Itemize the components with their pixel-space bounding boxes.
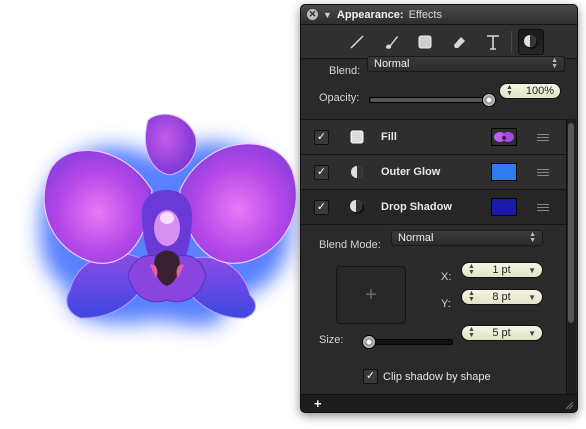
blend-mode-select[interactable]: Normal ▲ ▼ (391, 230, 543, 246)
size-label: Size: (319, 334, 344, 346)
blend-label: Blend: (329, 65, 361, 77)
effect-row-outer-glow[interactable]: ✓ Outer Glow (301, 155, 566, 190)
x-label: X: (441, 271, 452, 283)
size-slider[interactable] (362, 335, 453, 349)
y-offset-value: 8 pt (492, 291, 511, 303)
fill-color-swatch[interactable] (491, 128, 517, 146)
panel-footer: + (301, 394, 577, 412)
shadow-effects-icon[interactable] (517, 28, 544, 55)
dropdown-arrow-icon[interactable]: ▼ (528, 329, 536, 338)
size-value: 5 pt (492, 327, 511, 339)
outer-glow-checkbox[interactable]: ✓ (314, 164, 329, 180)
panel-titlebar[interactable]: ✕ ▼ Appearance: Effects (301, 5, 577, 25)
effect-name: Outer Glow (381, 166, 441, 178)
appearance-panel: ✕ ▼ Appearance: Effects Blend: Normal ▲ ▼ (300, 4, 578, 413)
opacity-slider-knob[interactable] (482, 93, 496, 107)
line-icon[interactable] (345, 30, 369, 54)
blend-select[interactable]: Normal ▲ ▼ (367, 56, 565, 72)
scrollbar-thumb[interactable] (568, 123, 574, 323)
opacity-label: Opacity: (319, 92, 360, 104)
resize-grip-icon[interactable] (564, 400, 574, 410)
blend-mode-label: Blend Mode: (319, 239, 381, 251)
clip-shadow-checkbox[interactable]: ✓ (363, 369, 378, 384)
opacity-slider[interactable] (369, 93, 496, 107)
text-icon[interactable] (481, 30, 505, 54)
disclosure-triangle-icon[interactable]: ▼ (323, 10, 332, 20)
close-icon[interactable]: ✕ (307, 9, 318, 20)
select-arrows-icon: ▲ ▼ (529, 231, 536, 244)
dropdown-arrow-icon[interactable]: ▼ (528, 266, 536, 275)
drop-shadow-icon (349, 199, 365, 215)
fill-square-icon[interactable] (413, 30, 437, 54)
opacity-value: 100% (525, 85, 554, 97)
drop-shadow-color-swatch[interactable] (491, 198, 517, 216)
x-offset-value: 1 pt (492, 264, 511, 276)
y-label: Y: (441, 298, 451, 310)
eraser-icon[interactable] (447, 30, 471, 54)
drag-handle-icon[interactable] (537, 203, 549, 211)
drag-handle-icon[interactable] (537, 168, 549, 176)
y-offset-stepper[interactable]: ▲ ▼ 8 pt ▼ (461, 289, 543, 305)
document-canvas[interactable] (0, 0, 300, 429)
toolbar-separator (510, 30, 512, 53)
add-effect-button[interactable]: + (314, 396, 322, 411)
stepper-arrows-icon[interactable]: ▲ ▼ (506, 84, 513, 97)
size-stepper[interactable]: ▲ ▼ 5 pt ▼ (461, 325, 543, 341)
fill-square-icon (349, 129, 365, 145)
effect-name: Fill (381, 131, 397, 143)
blend-value: Normal (374, 58, 410, 70)
outer-glow-color-swatch[interactable] (491, 163, 517, 181)
stepper-arrows-icon[interactable]: ▲ ▼ (468, 263, 475, 276)
drop-shadow-checkbox[interactable]: ✓ (314, 199, 329, 215)
effects-toolbar (301, 25, 577, 59)
size-slider-knob[interactable] (362, 335, 377, 349)
effect-row-fill[interactable]: ✓ Fill (301, 119, 566, 155)
x-offset-stepper[interactable]: ▲ ▼ 1 pt ▼ (461, 262, 543, 278)
fill-checkbox[interactable]: ✓ (314, 129, 329, 145)
brush-icon[interactable] (379, 30, 403, 54)
effects-scrollbar[interactable] (566, 119, 576, 395)
orchid-illustration[interactable] (0, 0, 300, 429)
blend-mode-value: Normal (398, 232, 434, 244)
effect-row-drop-shadow[interactable]: ✓ Drop Shadow (301, 190, 566, 225)
drag-handle-icon[interactable] (537, 133, 549, 141)
dropdown-arrow-icon[interactable]: ▼ (528, 293, 536, 302)
effects-list: ✓ Fill ✓ Outer Glow ✓ Drop Shadow (301, 119, 566, 225)
panel-title: Appearance: (336, 8, 404, 21)
stepper-arrows-icon[interactable]: ▲ ▼ (468, 290, 475, 303)
opacity-slider-fill (370, 98, 488, 102)
stepper-arrows-icon[interactable]: ▲ ▼ (468, 326, 475, 339)
crosshair-icon: + (365, 283, 377, 306)
select-arrows-icon: ▲ ▼ (551, 57, 558, 70)
effect-name: Drop Shadow (381, 201, 452, 213)
shadow-offset-preview[interactable]: + (336, 266, 406, 324)
outer-glow-icon (349, 164, 365, 180)
clip-shadow-label: Clip shadow by shape (383, 370, 491, 383)
opacity-stepper[interactable]: ▲ ▼ 100% (499, 83, 561, 99)
panel-subtitle: Effects (408, 8, 442, 21)
